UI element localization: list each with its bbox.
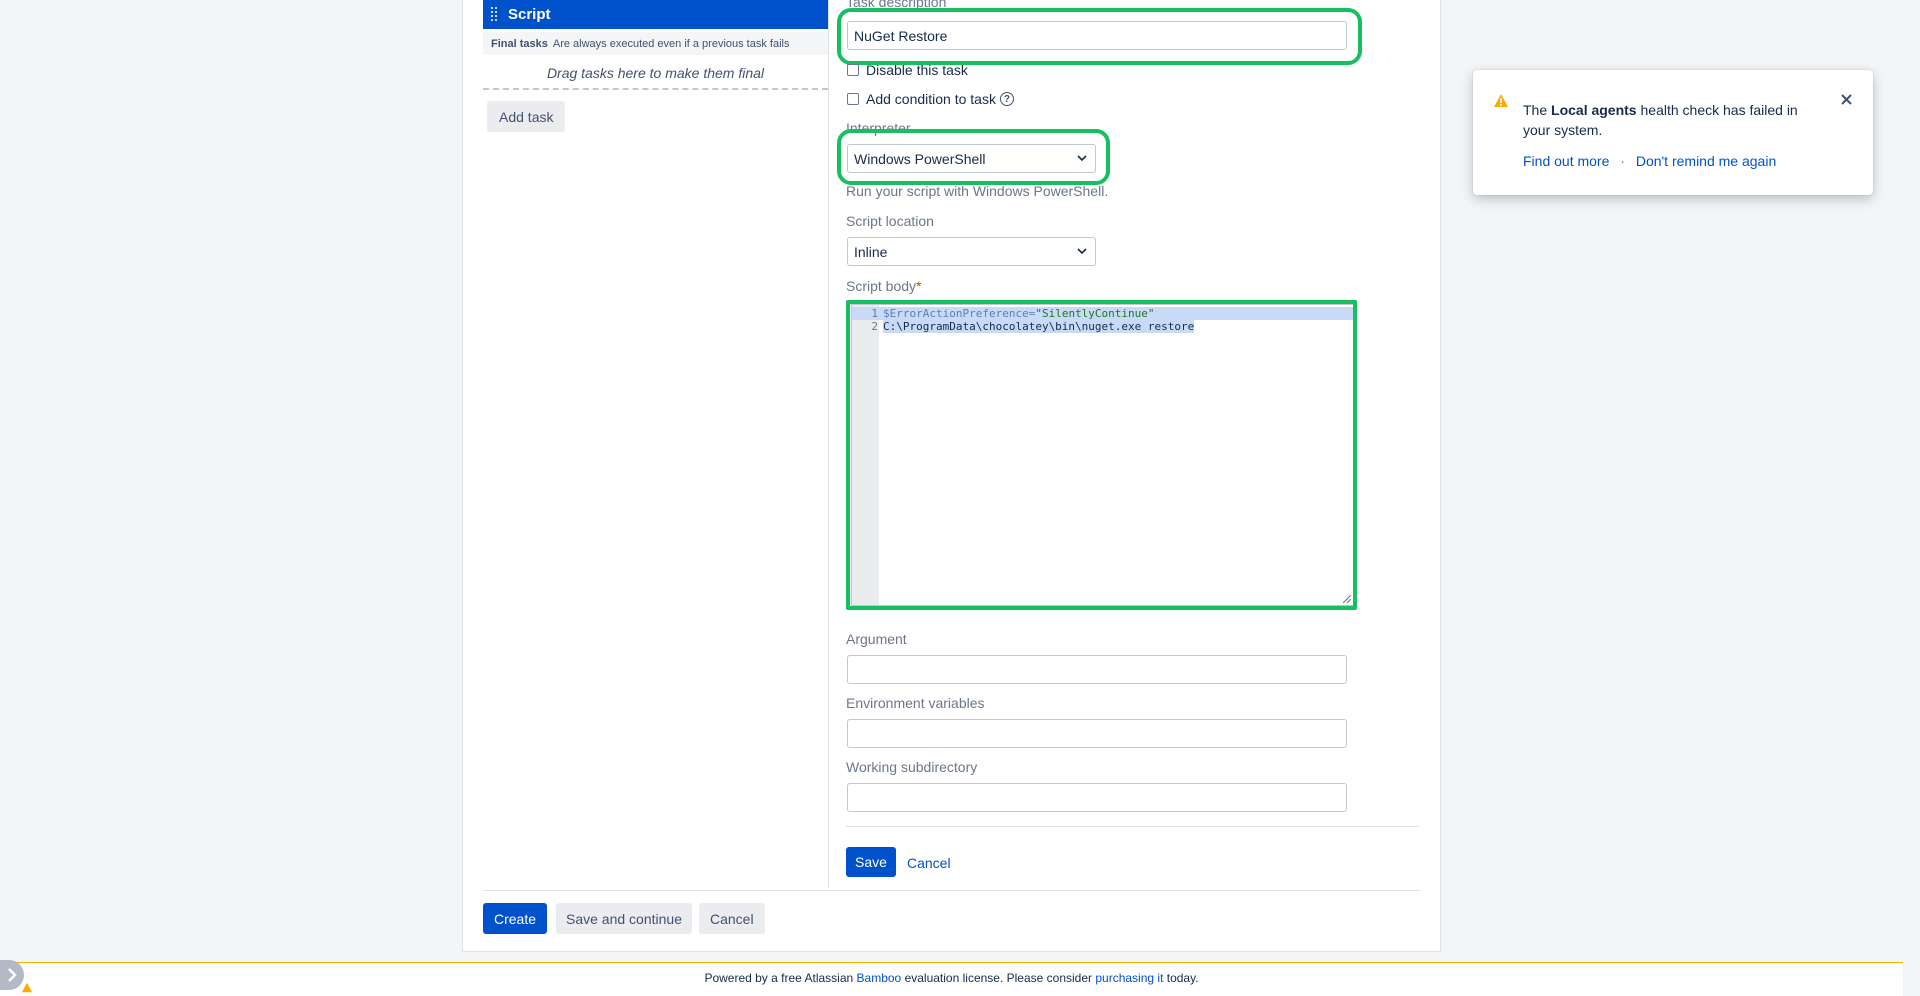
bottom-cancel-button[interactable]: Cancel [699, 903, 765, 934]
code-text: $ErrorActionPreference="SilentlyContinue… [883, 307, 1155, 320]
argument-input[interactable] [847, 655, 1347, 684]
disable-task-label: Disable this task [866, 62, 968, 78]
create-button[interactable]: Create [483, 903, 548, 934]
add-condition-checkbox[interactable] [847, 93, 859, 105]
working-subdir-label: Working subdirectory [846, 759, 978, 775]
task-item-script[interactable]: Script [483, 0, 828, 29]
env-vars-input[interactable] [847, 719, 1347, 748]
working-subdir-input[interactable] [847, 783, 1347, 812]
code-line[interactable]: 1 $ErrorActionPreference="SilentlyContin… [852, 307, 1353, 320]
toast-actions: Find out more · Don't remind me again [1523, 153, 1776, 169]
dont-remind-link[interactable]: Don't remind me again [1636, 153, 1776, 169]
interpreter-help-text: Run your script with Windows PowerShell. [846, 183, 1109, 199]
disable-task-row[interactable]: Disable this task [847, 62, 968, 78]
required-marker: * [916, 278, 922, 294]
add-condition-row[interactable]: Add condition to task ? [847, 91, 1014, 107]
script-location-select[interactable]: Inline [847, 237, 1096, 266]
toast-message: The Local agents health check has failed… [1523, 102, 1798, 138]
final-tasks-title: Final tasks [491, 37, 548, 50]
chevron-right-icon [8, 968, 17, 982]
chevron-down-icon [1077, 155, 1087, 162]
env-vars-label: Environment variables [846, 695, 985, 711]
warning-icon [21, 982, 33, 993]
task-description-input[interactable] [847, 21, 1347, 50]
warning-icon [1494, 94, 1508, 107]
interpreter-value: Windows PowerShell [854, 150, 986, 167]
add-condition-label: Add condition to task [866, 91, 996, 107]
script-body-label: Script body* [846, 278, 922, 294]
chevron-down-icon [1077, 248, 1087, 255]
script-location-value: Inline [854, 243, 888, 260]
script-location-label: Script location [846, 213, 934, 229]
toast-bold-text: Local agents [1551, 102, 1637, 118]
editor-gutter [852, 305, 879, 605]
close-icon[interactable] [1840, 93, 1853, 106]
task-list-column: Script Final tasks Are always executed e… [483, 0, 829, 888]
cancel-link[interactable]: Cancel [907, 855, 951, 871]
add-task-button[interactable]: Add task [487, 101, 566, 132]
form-divider [846, 826, 1419, 827]
drag-handle-icon[interactable] [490, 6, 498, 23]
health-check-toast: The Local agents health check has failed… [1473, 70, 1873, 195]
disable-task-checkbox[interactable] [847, 64, 859, 76]
script-body-editor[interactable]: 1 $ErrorActionPreference="SilentlyContin… [851, 304, 1354, 606]
drag-hint-text: Drag tasks here to make them final [546, 65, 765, 81]
task-item-label: Script [508, 6, 551, 23]
line-number: 1 [871, 307, 878, 320]
find-out-more-link[interactable]: Find out more [1523, 153, 1609, 169]
argument-label: Argument [846, 631, 907, 647]
toast-separator: · [1620, 153, 1625, 169]
interpreter-select[interactable]: Windows PowerShell [847, 144, 1096, 173]
bottom-divider [483, 890, 1420, 891]
license-footer: Powered by a free Atlassian Bamboo evalu… [0, 962, 1903, 996]
help-icon[interactable]: ? [999, 92, 1014, 106]
resize-handle-icon[interactable] [1343, 595, 1351, 603]
final-tasks-dropzone[interactable]: Drag tasks here to make them final [483, 58, 828, 90]
final-tasks-note: Are always executed even if a previous t… [552, 37, 790, 50]
code-text: C:\ProgramData\chocolatey\bin\nuget.exe … [883, 320, 1195, 333]
code-line[interactable]: 2 C:\ProgramData\chocolatey\bin\nuget.ex… [852, 320, 1353, 333]
purchasing-link[interactable]: purchasing it [1095, 971, 1163, 985]
line-number: 2 [871, 320, 878, 333]
save-button[interactable]: Save [846, 847, 896, 877]
bamboo-link[interactable]: Bamboo [857, 971, 902, 985]
final-tasks-header: Final tasks Are always executed even if … [483, 32, 828, 55]
task-description-label: Task description [846, 0, 947, 10]
interpreter-label: Interpreter [846, 120, 911, 136]
save-and-continue-button[interactable]: Save and continue [556, 903, 692, 934]
